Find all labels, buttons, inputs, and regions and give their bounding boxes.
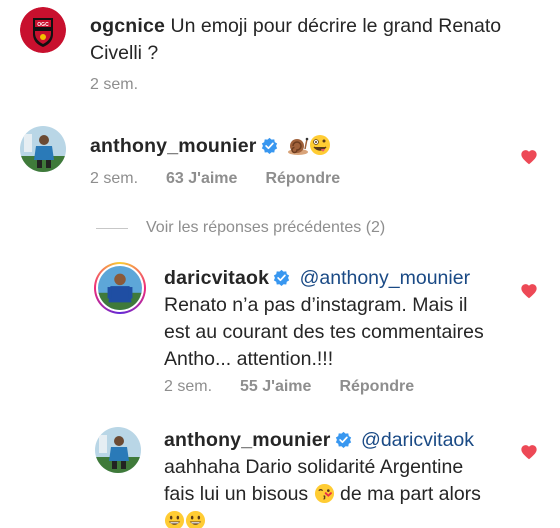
grin-face-emoji (164, 510, 185, 528)
reply-body: daricvitaok @anthony_mounier Renato n’a … (164, 265, 544, 373)
username[interactable]: anthony_mounier (164, 429, 331, 451)
divider-line (96, 227, 128, 229)
heart-icon[interactable] (520, 149, 538, 165)
view-previous-replies[interactable]: Voir les réponses précédentes (2) (96, 217, 385, 239)
heart-icon[interactable] (520, 283, 538, 299)
grin-face-emoji (185, 510, 206, 528)
reply-text-line: Renato n’a pas d’instagram. Mais il (164, 294, 468, 316)
ogcnice-avatar[interactable]: OGC (20, 7, 66, 53)
username[interactable]: daricvitaok (164, 267, 269, 289)
zany-face-emoji (309, 134, 331, 156)
reply-text-fragment: de ma part alors (340, 483, 481, 505)
anthony-mounier-avatar[interactable] (20, 126, 66, 172)
reply-text-line: Antho... attention.!!! (164, 348, 334, 370)
reply-text-fragment: fais lui un bisous (164, 483, 309, 505)
view-previous-replies-label[interactable]: Voir les réponses précédentes (2) (146, 219, 385, 237)
comment-meta: 2 sem. 63 J'aime Répondre (90, 170, 368, 188)
comment-time: 2 sem. (90, 76, 139, 93)
daricvitaok-avatar[interactable] (94, 262, 146, 314)
comment-time: 2 sem. (90, 170, 139, 187)
reply-button[interactable]: Répondre (265, 170, 340, 187)
mention-link[interactable]: @anthony_mounier (300, 267, 470, 289)
snail-emoji (287, 136, 309, 156)
mention-link[interactable]: @daricvitaok (361, 429, 474, 451)
reply-text-line: est au courant des tes commentaires (164, 321, 484, 343)
reply-button[interactable]: Répondre (339, 378, 414, 395)
likes-count[interactable]: 63 J'aime (166, 170, 237, 187)
kiss-face-emoji (314, 483, 335, 504)
verified-badge-icon (261, 137, 278, 154)
reply-time: 2 sem. (164, 378, 213, 395)
username[interactable]: anthony_mounier (90, 135, 257, 157)
reply-meta: 2 sem. 55 J'aime Répondre (164, 378, 442, 396)
comment-body: anthony_mounier (90, 133, 510, 160)
verified-badge-icon (335, 431, 352, 448)
heart-icon[interactable] (520, 444, 538, 460)
reply-text-line: aahhaha Dario solidarité Argentine (164, 456, 464, 478)
likes-count[interactable]: 55 J'aime (240, 378, 311, 395)
username[interactable]: ogcnice (90, 15, 165, 37)
anthony-mounier-avatar[interactable] (95, 427, 141, 473)
verified-badge-icon (273, 269, 290, 286)
svg-text:OGC: OGC (37, 22, 49, 28)
reply-body: anthony_mounier @daricvitaok aahhaha Dar… (164, 427, 544, 528)
comment-body: ogcnice Un emoji pour décrire le grand R… (90, 13, 540, 67)
comment-meta: 2 sem. (90, 76, 166, 94)
